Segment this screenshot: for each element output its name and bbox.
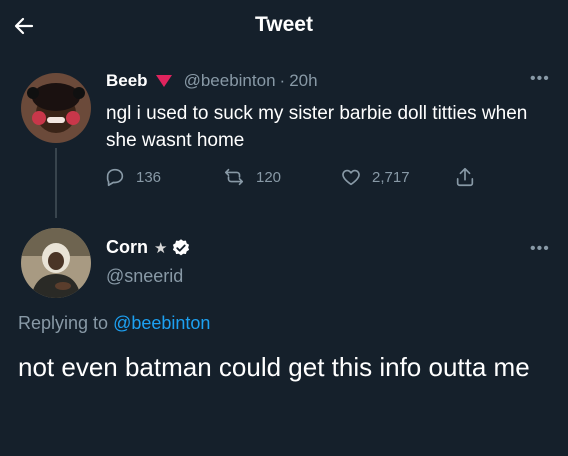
reply-tweet-text: not even batman could get this info outt… bbox=[18, 352, 530, 382]
retweet-icon bbox=[224, 168, 244, 186]
red-triangle-emoji-icon bbox=[155, 75, 172, 87]
share-button[interactable] bbox=[454, 166, 486, 188]
tweet-actions: 136 120 2,717 bbox=[104, 166, 504, 194]
like-button[interactable]: 2,717 bbox=[340, 166, 410, 188]
reply-more-icon[interactable]: ••• bbox=[530, 240, 550, 258]
replying-to-handle-link[interactable]: @beebinton bbox=[113, 313, 210, 333]
reply-button[interactable]: 136 bbox=[104, 166, 161, 188]
reply-author-name[interactable]: Corn bbox=[106, 237, 148, 258]
retweet-button[interactable]: 120 bbox=[222, 166, 281, 188]
parent-avatar[interactable] bbox=[21, 73, 91, 143]
share-icon bbox=[456, 167, 474, 187]
replying-to-line: Replying to @beebinton bbox=[18, 313, 210, 334]
reply-author-row: Corn ★ bbox=[106, 237, 191, 258]
replying-to-label: Replying to bbox=[18, 313, 109, 333]
reply-count: 136 bbox=[136, 168, 162, 186]
separator-dot: · bbox=[279, 71, 286, 90]
retweet-count: 120 bbox=[256, 168, 282, 186]
star-emoji-icon: ★ bbox=[154, 239, 168, 257]
top-bar: Tweet bbox=[0, 0, 568, 50]
verified-badge-icon bbox=[173, 238, 190, 255]
parent-tweet-text: ngl i used to suck my sister barbie doll… bbox=[106, 103, 528, 151]
parent-author-name[interactable]: Beeb bbox=[106, 71, 148, 91]
like-count: 2,717 bbox=[372, 168, 410, 186]
reply-avatar[interactable] bbox=[21, 228, 91, 298]
parent-author-row: Beeb @beebinton · 20h bbox=[106, 71, 318, 91]
parent-author-handle[interactable]: @beebinton bbox=[184, 71, 276, 91]
thread-line bbox=[55, 148, 57, 218]
parent-timestamp[interactable]: 20h bbox=[289, 71, 317, 91]
parent-more-icon[interactable]: ••• bbox=[530, 70, 550, 88]
heart-icon bbox=[342, 169, 360, 186]
page-title: Tweet bbox=[255, 13, 313, 36]
reply-icon bbox=[106, 168, 124, 187]
reply-author-handle[interactable]: @sneerid bbox=[106, 266, 183, 287]
